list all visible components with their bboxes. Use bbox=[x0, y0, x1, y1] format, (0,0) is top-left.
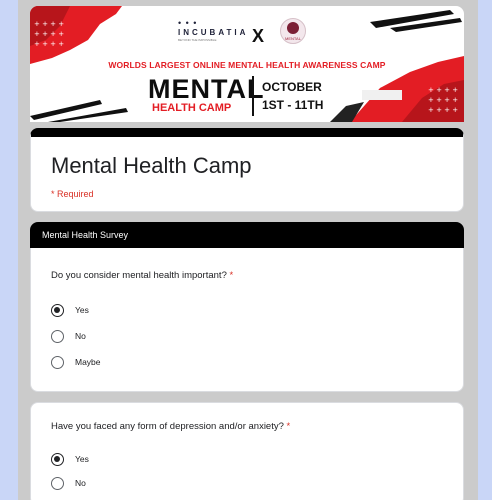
radio-button-checked[interactable] bbox=[51, 452, 64, 466]
form-title: Mental Health Camp bbox=[51, 153, 252, 178]
radio-option-yes[interactable]: Yes bbox=[51, 451, 89, 467]
required-asterisk: * bbox=[229, 270, 234, 281]
banner-subheadline: HEALTH CAMP bbox=[152, 102, 232, 114]
partner-emblem-icon bbox=[287, 22, 299, 34]
collaboration-x: X bbox=[252, 26, 265, 46]
partner-logo: MENTAL bbox=[280, 18, 306, 44]
question-text: Have you faced any form of depression an… bbox=[51, 421, 290, 432]
radio-option-no[interactable]: No bbox=[51, 475, 86, 491]
svg-text:+ + + +: + + + + bbox=[428, 96, 458, 104]
section-header: Mental Health Survey bbox=[30, 222, 464, 248]
page-margin-left bbox=[0, 0, 18, 500]
brand-name: INCUBATIA bbox=[178, 28, 249, 37]
form-title-card: Mental Health Camp * Required bbox=[30, 128, 464, 212]
radio-button[interactable] bbox=[51, 476, 64, 490]
question-label: Do you consider mental health important? bbox=[51, 270, 227, 281]
radio-button[interactable] bbox=[51, 355, 64, 369]
radio-option-maybe[interactable]: Maybe bbox=[51, 354, 101, 370]
svg-text:+ + + +: + + + + bbox=[428, 106, 458, 114]
question-card: Do you consider mental health important?… bbox=[30, 248, 464, 392]
question-label: Have you faced any form of depression an… bbox=[51, 421, 284, 432]
option-label: Yes bbox=[75, 305, 89, 315]
option-label: No bbox=[75, 478, 86, 488]
option-label: Yes bbox=[75, 454, 89, 464]
option-label: No bbox=[75, 331, 86, 341]
option-label: Maybe bbox=[75, 357, 101, 367]
radio-option-yes[interactable]: Yes bbox=[51, 302, 89, 318]
required-note: * Required bbox=[51, 189, 94, 199]
svg-text:+ + + +: + + + + bbox=[34, 20, 64, 28]
partner-logo-text: MENTAL bbox=[285, 36, 301, 41]
question-text: Do you consider mental health important?… bbox=[51, 270, 233, 281]
brand-tagline: BEYOND THE IMPOSSIBLE bbox=[178, 38, 217, 42]
radio-button-checked[interactable] bbox=[51, 303, 64, 317]
radio-option-no[interactable]: No bbox=[51, 328, 86, 344]
svg-text:+ + + +: + + + + bbox=[428, 86, 458, 94]
banner-month: OCTOBER bbox=[262, 80, 322, 94]
campaign-tagline: WORLDS LARGEST ONLINE MENTAL HEALTH AWAR… bbox=[108, 60, 386, 70]
banner-divider bbox=[252, 76, 254, 116]
page-margin-right bbox=[478, 0, 492, 500]
question-card: Have you faced any form of depression an… bbox=[30, 402, 464, 500]
header-banner: + + + + + + + + + + + + + + + + + + + + … bbox=[30, 6, 464, 122]
svg-text:+ + + +: + + + + bbox=[34, 40, 64, 48]
banner-headline: MENTAL bbox=[148, 74, 265, 104]
svg-text:+ + + +: + + + + bbox=[34, 30, 64, 38]
required-asterisk: * bbox=[286, 421, 291, 432]
radio-button[interactable] bbox=[51, 329, 64, 343]
brand-logo-dots: • • • bbox=[178, 18, 198, 28]
banner-dates: 1ST - 11TH bbox=[262, 98, 324, 112]
section-title: Mental Health Survey bbox=[42, 230, 129, 240]
